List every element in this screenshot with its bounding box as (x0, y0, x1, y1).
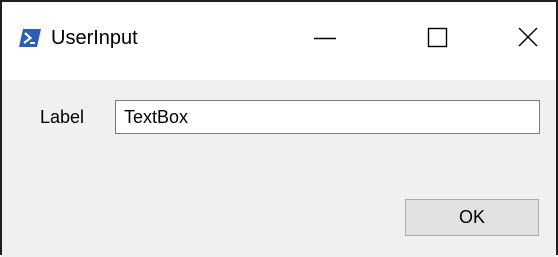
minimize-icon (314, 37, 336, 40)
text-input[interactable] (115, 100, 540, 134)
minimize-button[interactable] (282, 2, 372, 72)
maximize-icon (427, 27, 448, 48)
close-button[interactable] (476, 2, 558, 72)
ok-button[interactable]: OK (405, 199, 539, 236)
field-label: Label (40, 107, 85, 127)
dialog-body: Label OK (2, 80, 556, 257)
dialog-window: UserInput Label OK (0, 0, 558, 257)
close-icon (518, 27, 538, 47)
title-bar[interactable]: UserInput (2, 2, 556, 80)
window-title: UserInput (51, 27, 138, 49)
maximize-button[interactable] (388, 2, 478, 72)
powershell-icon (19, 28, 41, 48)
